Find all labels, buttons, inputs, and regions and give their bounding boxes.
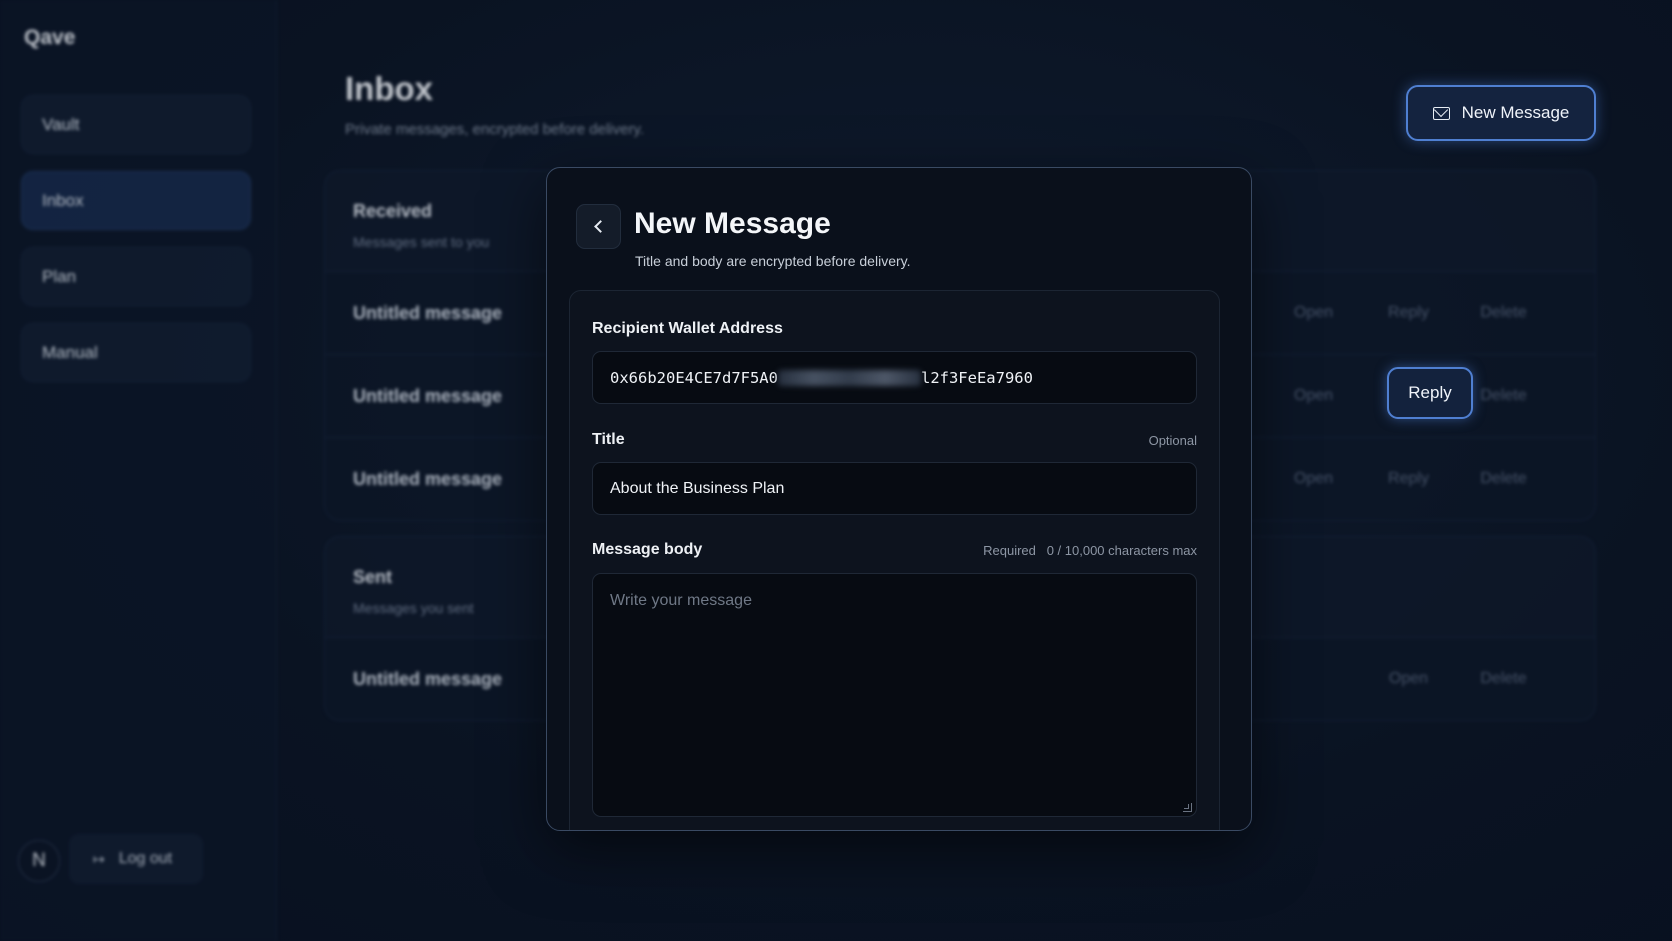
sidebar: Qave Vault Inbox Plan Manual N ↦ Log out bbox=[0, 0, 277, 941]
redacted-segment bbox=[777, 369, 921, 386]
sidebar-nav: Vault Inbox Plan Manual bbox=[21, 95, 251, 399]
modal-title: New Message bbox=[634, 207, 831, 240]
new-message-button[interactable]: New Message bbox=[1406, 85, 1596, 141]
message-title: Untitled message bbox=[353, 668, 503, 689]
page-title: Inbox bbox=[345, 70, 433, 107]
message-title: Untitled message bbox=[353, 302, 503, 323]
message-body-label: Message body bbox=[592, 541, 703, 558]
delete-button[interactable]: Delete bbox=[1456, 304, 1551, 322]
open-button[interactable]: Open bbox=[1266, 304, 1361, 322]
row-actions: Open Delete bbox=[1361, 638, 1551, 720]
avatar[interactable]: N bbox=[18, 840, 60, 882]
sidebar-item-inbox[interactable]: Inbox bbox=[21, 171, 251, 230]
resize-handle-icon[interactable] bbox=[1183, 803, 1192, 812]
logout-button[interactable]: ↦ Log out bbox=[69, 834, 203, 884]
logout-icon: ↦ bbox=[93, 850, 105, 867]
delete-button[interactable]: Delete bbox=[1456, 670, 1551, 688]
message-body-hint: Required 0 / 10,000 characters max bbox=[983, 543, 1197, 558]
new-message-modal: New Message Title and body are encrypted… bbox=[546, 167, 1252, 831]
message-title: Untitled message bbox=[353, 385, 503, 406]
mail-icon bbox=[1432, 106, 1450, 120]
reply-button[interactable]: Reply bbox=[1361, 470, 1456, 488]
message-title: Untitled message bbox=[353, 468, 503, 489]
modal-subtitle: Title and body are encrypted before deli… bbox=[635, 253, 911, 269]
open-button[interactable]: Open bbox=[1361, 670, 1456, 688]
title-input[interactable]: About the Business Plan bbox=[592, 462, 1197, 515]
recipient-address-end: l2f3FeEa7960 bbox=[920, 368, 1033, 387]
reply-button-highlighted[interactable]: Reply bbox=[1387, 367, 1473, 419]
row-actions: Open Reply Delete bbox=[1266, 272, 1551, 354]
open-button[interactable]: Open bbox=[1266, 387, 1361, 405]
new-message-label: New Message bbox=[1461, 103, 1570, 122]
logout-label: Log out bbox=[118, 850, 173, 867]
recipient-address-start: 0x66b20E4CE7d7F5A0 bbox=[610, 368, 778, 387]
row-actions: Open Reply Delete bbox=[1266, 438, 1551, 520]
back-button[interactable] bbox=[576, 204, 621, 249]
recipient-label: Recipient Wallet Address bbox=[592, 320, 783, 337]
message-form: Recipient Wallet Address 0x66b20E4CE7d7F… bbox=[569, 290, 1220, 830]
message-body-textarea[interactable]: Write your message bbox=[592, 573, 1197, 817]
title-label: Title bbox=[592, 431, 625, 448]
page-subtitle: Private messages, encrypted before deliv… bbox=[345, 121, 645, 138]
open-button[interactable]: Open bbox=[1266, 470, 1361, 488]
message-body-placeholder: Write your message bbox=[610, 592, 752, 609]
chevron-left-icon bbox=[594, 220, 607, 233]
reply-button[interactable]: Reply bbox=[1361, 304, 1456, 322]
sidebar-item-vault[interactable]: Vault bbox=[21, 95, 251, 154]
sidebar-item-manual[interactable]: Manual bbox=[21, 323, 251, 382]
sidebar-item-plan[interactable]: Plan bbox=[21, 247, 251, 306]
title-optional-hint: Optional bbox=[1148, 433, 1197, 448]
delete-button[interactable]: Delete bbox=[1456, 470, 1551, 488]
recipient-address-input[interactable]: 0x66b20E4CE7d7F5A0 l2f3FeEa7960 bbox=[592, 351, 1197, 404]
app-root: Qave Vault Inbox Plan Manual N ↦ Log out… bbox=[0, 0, 1672, 941]
brand-logo: Qave bbox=[24, 26, 76, 49]
